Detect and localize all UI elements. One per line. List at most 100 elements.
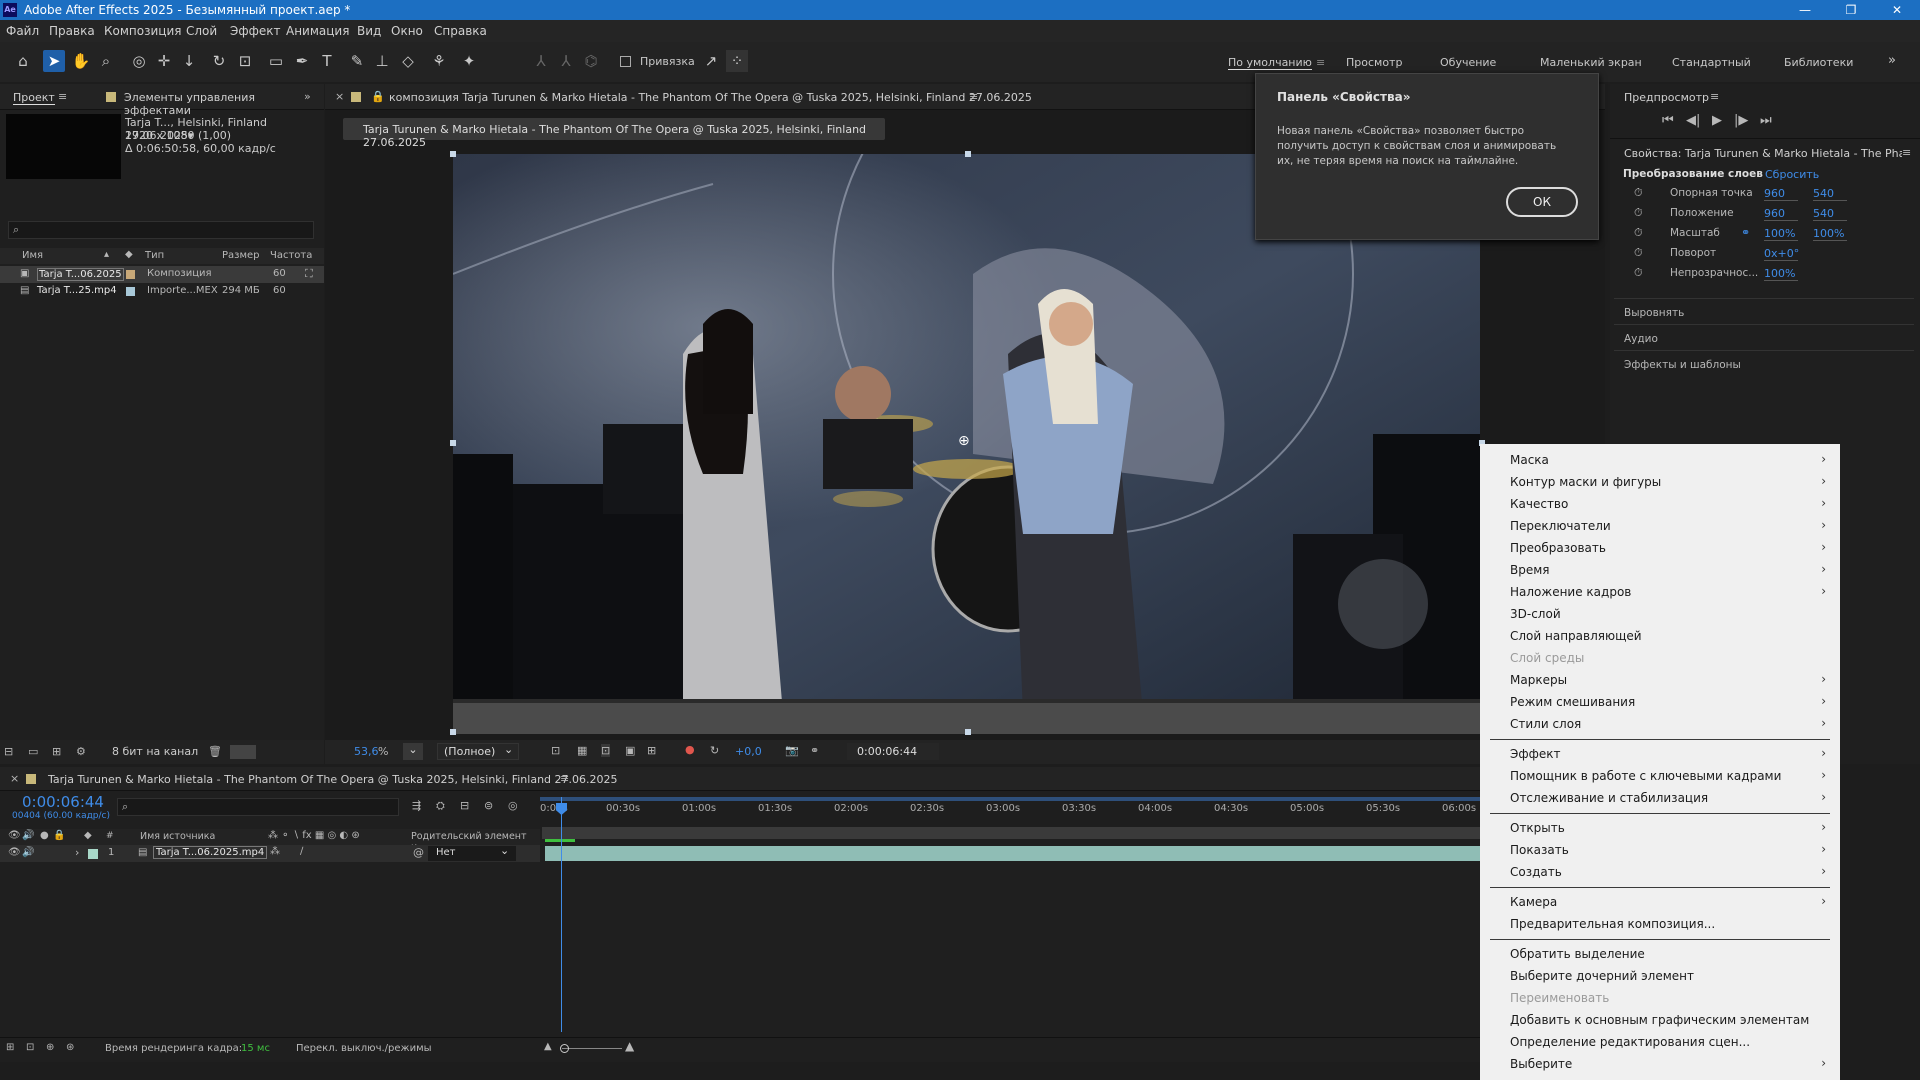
hide-shy-layers-icon[interactable]: ⊟ [460,799,469,812]
menu-layer[interactable]: Слой [186,24,217,38]
stopwatch-icon[interactable]: ⏱ [1634,186,1643,200]
zoom-dropdown-icon[interactable]: ⌄ [403,743,423,760]
align-view-icon[interactable]: ⌬ [580,50,602,72]
interpret-footage-icon[interactable]: ⊟ [4,745,13,758]
orbit-camera-icon[interactable]: ◎ [128,50,150,72]
workspace-review[interactable]: Просмотр [1346,56,1402,69]
hand-tool-icon[interactable]: ✋ [70,50,92,72]
prop-value[interactable]: 0x+0° [1764,247,1799,261]
col-type[interactable]: Тип [145,250,164,261]
eraser-tool-icon[interactable]: ◇ [397,50,419,72]
col-source-name[interactable]: Имя источника [140,831,215,842]
comp-settings-icon[interactable]: ⊞ [6,1042,14,1053]
transform-handle[interactable] [450,729,456,735]
section-audio[interactable]: Аудио [1624,333,1658,345]
zoom-out-icon[interactable]: ▲ [544,1041,552,1052]
maximize-button[interactable]: ❐ [1828,0,1874,20]
project-row[interactable]: ▣ Tarja T...06.2025 Композиция 60 ⛶ [0,266,324,283]
stopwatch-icon[interactable]: ⏱ [1634,266,1643,280]
section-align[interactable]: Выровнять [1624,307,1684,319]
context-menu-item[interactable]: Время › [1480,560,1840,582]
project-panel-menu-icon[interactable]: ≡ [58,90,67,103]
context-menu-item[interactable]: Камера › [1480,892,1840,914]
snapping-checkbox[interactable] [620,56,631,67]
pan-behind-tool-icon[interactable]: ⊡ [234,50,256,72]
context-menu-item[interactable]: Маска › [1480,450,1840,472]
collapse-switch-icon[interactable]: ⁂ [270,846,280,857]
snap-feature-icon[interactable]: ⁘ [726,50,748,72]
workspace-overflow-icon[interactable]: » [1888,53,1896,68]
guides-icon[interactable]: ⊞ [647,744,656,757]
region-of-interest-icon[interactable]: ⊡ [601,744,611,757]
reset-exposure-icon[interactable]: ↻ [710,744,719,757]
video-visible-icon[interactable]: 👁 [8,847,21,858]
context-menu-item[interactable]: Слой направляющей [1480,626,1840,648]
expand-layer-icon[interactable]: › [75,846,79,859]
roto-brush-tool-icon[interactable]: ⚘ [428,50,450,72]
workspace-menu-icon[interactable]: ≡ [1316,56,1325,69]
flowchart-icon[interactable]: ⛶ [305,267,313,281]
layer-label-color[interactable] [88,849,98,859]
exposure-value[interactable]: +0,0 [735,745,762,758]
context-menu-item[interactable]: Показать › [1480,840,1840,862]
draft-3d-icon[interactable]: ⛭ [436,799,445,813]
prop-value-x[interactable]: 100% [1764,227,1798,241]
label-column-icon[interactable]: ◆ [84,830,92,841]
constrain-proportions-icon[interactable]: ⚭ [1741,226,1750,239]
menu-view[interactable]: Вид [357,24,381,38]
new-folder-icon[interactable]: ▭ [28,745,38,758]
prop-value-y[interactable]: 540 [1813,207,1847,221]
anchor-point-icon[interactable]: ⊕ [958,433,970,449]
audio-enabled-icon[interactable]: 🔊 [22,847,34,858]
menu-help[interactable]: Справка [434,24,487,38]
prop-value-x[interactable]: 960 [1764,207,1798,221]
pan-camera-icon[interactable]: ✛ [153,50,175,72]
home-icon[interactable]: ⌂ [12,50,34,72]
timeline-menu-icon[interactable]: ≡ [560,772,569,785]
comp-panel-menu-icon[interactable]: ≡ [969,90,978,103]
context-menu-item[interactable]: Открыть › [1480,818,1840,840]
workspace-libraries[interactable]: Библиотеки [1784,56,1853,69]
motion-blur-icon[interactable]: ◎ [508,799,518,812]
context-menu-item[interactable]: Выберите › [1480,1054,1840,1076]
delete-icon[interactable]: 🗑 [208,745,222,758]
minimize-button[interactable]: — [1782,0,1828,20]
mask-visibility-icon[interactable]: ▣ [625,744,635,757]
channel-icon[interactable]: ● [685,743,695,756]
context-menu-item[interactable]: Качество › [1480,494,1840,516]
layer-duration-bar[interactable] [545,846,1480,861]
context-menu-item[interactable]: Обратить выделение [1480,944,1840,966]
parent-pickwhip-icon[interactable]: @ [413,846,424,859]
stopwatch-icon[interactable]: ⏱ [1634,246,1643,260]
frame-blending-icon[interactable]: ⊜ [484,799,493,812]
context-menu-item[interactable]: Стили слоя › [1480,714,1840,736]
time-navigator[interactable] [542,827,1480,839]
menu-window[interactable]: Окно [391,24,423,38]
context-menu-item[interactable]: Переключатели › [1480,516,1840,538]
selection-tool-icon[interactable]: ➤ [43,50,65,72]
context-menu-item[interactable]: Определение редактирования сцен... [1480,1032,1840,1054]
solo-switch-icon[interactable]: ● [40,830,49,841]
prop-value[interactable]: 100% [1764,267,1798,281]
rectangle-tool-icon[interactable]: ▭ [265,50,287,72]
transform-handle[interactable] [450,440,456,446]
fast-previews-icon[interactable]: ⊡ [551,744,560,757]
align-local-icon[interactable]: ⅄ [530,50,552,72]
context-menu-item[interactable]: Помощник в работе с ключевыми кадрами › [1480,766,1840,788]
transform-handle[interactable] [450,151,456,157]
context-menu-item[interactable]: Предварительная композиция... [1480,914,1840,936]
label-color-swatch[interactable] [126,270,135,279]
toggle-switches-modes[interactable]: Перекл. выключ./режимы [296,1043,432,1054]
context-menu-item[interactable]: 3D-слой [1480,604,1840,626]
project-search-input[interactable]: ⌕ [8,221,314,239]
menu-file[interactable]: Файл [6,24,39,38]
menu-effect[interactable]: Эффект [230,24,281,38]
panel-overflow-icon[interactable]: » [304,90,311,103]
menu-edit[interactable]: Правка [49,24,95,38]
popup-ok-button[interactable]: ОК [1506,187,1578,217]
reset-button[interactable]: Сбросить [1765,168,1819,181]
workspace-learn[interactable]: Обучение [1440,56,1496,69]
preview-menu-icon[interactable]: ≡ [1710,90,1719,103]
render-icon[interactable]: ⊡ [26,1042,34,1053]
context-menu-item[interactable]: Выберите дочерний элемент [1480,966,1840,988]
